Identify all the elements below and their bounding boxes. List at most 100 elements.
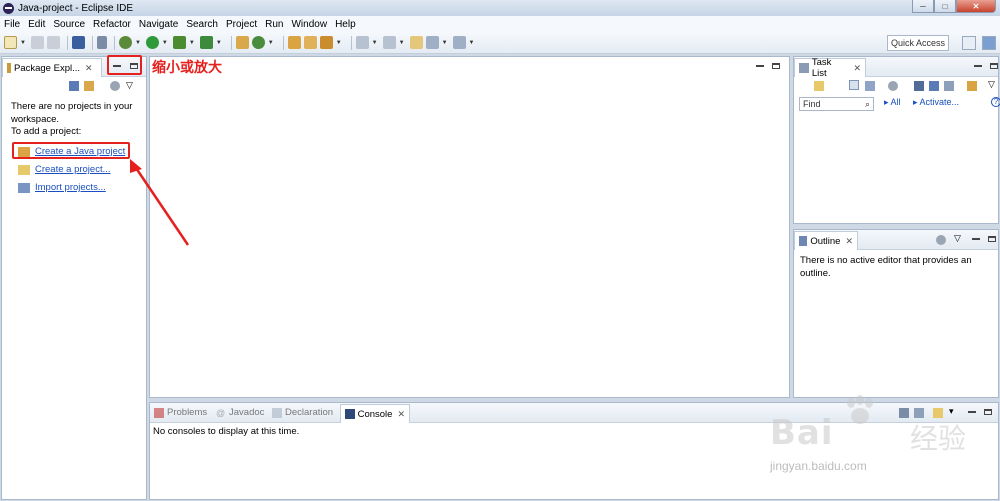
view-menu-icon[interactable]: ▽ xyxy=(126,80,136,90)
task-activate[interactable]: ▸ Activate... xyxy=(913,97,959,108)
chevron-down-icon[interactable]: ▼ xyxy=(20,40,26,46)
scheduled-icon[interactable] xyxy=(865,81,875,91)
close-icon[interactable]: ✕ xyxy=(397,409,405,420)
tab-problems[interactable]: Problems xyxy=(154,407,207,418)
editor-header xyxy=(150,57,789,75)
maximize-button[interactable]: □ xyxy=(934,0,956,13)
forward-icon[interactable] xyxy=(452,36,466,49)
prev-annotation-icon[interactable] xyxy=(382,36,396,49)
collapse-all-icon[interactable] xyxy=(69,81,79,91)
import-projects-link[interactable]: Import projects... xyxy=(35,182,106,193)
maximize-view-button[interactable] xyxy=(990,63,998,69)
package-icon xyxy=(7,63,11,73)
sync-icon[interactable] xyxy=(944,81,954,91)
skip-breakpoints-icon[interactable] xyxy=(96,36,107,49)
tab-package-explorer[interactable]: Package Expl... ✕ xyxy=(2,58,102,77)
menu-refactor[interactable]: Refactor xyxy=(93,19,131,30)
chevron-down-icon[interactable]: ▼ xyxy=(162,40,168,46)
chevron-down-icon[interactable]: ▼ xyxy=(336,40,342,46)
view-menu-icon[interactable]: ▽ xyxy=(954,233,964,243)
save-icon[interactable] xyxy=(30,36,44,49)
close-icon[interactable]: ✕ xyxy=(85,63,93,74)
task-all-label: All xyxy=(890,97,901,107)
maximize-view-button[interactable] xyxy=(988,236,996,242)
filter-icon[interactable] xyxy=(888,81,898,91)
last-edit-icon[interactable] xyxy=(409,36,423,49)
create-project-link[interactable]: Create a project... xyxy=(35,164,111,175)
chevron-down-icon[interactable]: ▼ xyxy=(372,40,378,46)
menu-navigate[interactable]: Navigate xyxy=(139,19,178,30)
package-explorer-toolbar: ▽ xyxy=(2,77,146,95)
create-project-row[interactable]: Create a project... xyxy=(18,164,111,175)
new-task-icon[interactable] xyxy=(814,81,824,91)
filter-icon[interactable] xyxy=(110,81,120,91)
watermark-brand-cn: 经验 xyxy=(910,422,967,455)
tab-console-label: Console xyxy=(357,408,393,420)
declaration-icon xyxy=(272,407,282,418)
chevron-down-icon[interactable]: ▼ xyxy=(399,40,405,46)
open-perspective-icon[interactable] xyxy=(962,36,976,50)
minimize-view-button[interactable] xyxy=(974,65,982,67)
collapse-all-icon[interactable] xyxy=(929,81,939,91)
hide-completed-icon[interactable] xyxy=(914,81,924,91)
tab-task-list[interactable]: Task List ✕ xyxy=(794,57,866,79)
outline-icon xyxy=(799,236,808,246)
next-annotation-icon[interactable] xyxy=(355,36,369,49)
menu-window[interactable]: Window xyxy=(291,19,327,30)
outline-empty-message: There is no active editor that provides … xyxy=(800,255,972,279)
window-controls: ─ □ ✕ xyxy=(912,0,996,13)
maximize-editor-button[interactable] xyxy=(772,63,780,69)
tab-javadoc[interactable]: @ Javadoc xyxy=(216,407,264,418)
menu-bar: File Edit Source Refactor Navigate Searc… xyxy=(0,16,1000,32)
task-all-filter[interactable]: ▸ All xyxy=(884,97,901,108)
back-icon[interactable] xyxy=(425,36,439,49)
import-projects-row[interactable]: Import projects... xyxy=(18,182,106,193)
close-icon[interactable]: ✕ xyxy=(845,236,853,247)
menu-source[interactable]: Source xyxy=(53,19,85,30)
minimize-button[interactable]: ─ xyxy=(912,0,934,13)
new-package-icon[interactable] xyxy=(251,36,265,49)
maximize-view-button[interactable] xyxy=(984,409,992,415)
tab-outline-label: Outline xyxy=(810,235,841,247)
chevron-down-icon[interactable]: ▼ xyxy=(216,40,222,46)
filter-icon[interactable] xyxy=(936,235,946,245)
menu-edit[interactable]: Edit xyxy=(28,19,45,30)
new-java-project-icon[interactable] xyxy=(235,36,249,49)
view-menu-icon[interactable]: ▽ xyxy=(988,79,998,89)
menu-search[interactable]: Search xyxy=(186,19,218,30)
quick-access-field[interactable]: Quick Access xyxy=(887,35,949,51)
categorized-icon[interactable] xyxy=(849,80,859,90)
task-find-field[interactable]: Find ⌕ xyxy=(799,97,874,111)
debug-icon[interactable] xyxy=(118,36,132,49)
chevron-down-icon[interactable]: ▼ xyxy=(135,40,141,46)
open-type-icon[interactable] xyxy=(287,36,301,49)
new-icon[interactable] xyxy=(4,36,17,49)
java-perspective-icon[interactable] xyxy=(982,36,996,50)
open-task-icon[interactable] xyxy=(303,36,317,49)
save-all-icon[interactable] xyxy=(46,36,60,49)
menu-project[interactable]: Project xyxy=(226,19,257,30)
tab-declaration[interactable]: Declaration xyxy=(272,407,333,418)
chevron-down-icon[interactable]: ▼ xyxy=(189,40,195,46)
link-editor-icon[interactable] xyxy=(84,81,94,91)
coverage-icon[interactable] xyxy=(172,36,186,49)
chevron-down-icon[interactable]: ▼ xyxy=(268,40,274,46)
chevron-down-icon[interactable]: ▼ xyxy=(469,40,475,46)
chevron-down-icon[interactable]: ▼ xyxy=(442,40,448,46)
terminal-icon[interactable] xyxy=(71,36,85,49)
help-icon[interactable]: ? xyxy=(991,97,1000,107)
search-icon[interactable] xyxy=(319,36,333,49)
minimize-editor-button[interactable] xyxy=(756,65,764,67)
repository-icon[interactable] xyxy=(967,81,977,91)
tab-console[interactable]: Console ✕ xyxy=(340,404,410,423)
menu-file[interactable]: File xyxy=(4,19,20,30)
close-icon[interactable]: ✕ xyxy=(853,63,861,74)
minimize-view-button[interactable] xyxy=(972,238,980,240)
external-tools-icon[interactable] xyxy=(199,36,213,49)
minmax-highlight-box xyxy=(107,55,142,75)
menu-run[interactable]: Run xyxy=(265,19,283,30)
tab-outline[interactable]: Outline ✕ xyxy=(794,231,858,250)
close-button[interactable]: ✕ xyxy=(956,0,996,13)
menu-help[interactable]: Help xyxy=(335,19,356,30)
run-icon[interactable] xyxy=(145,36,159,49)
